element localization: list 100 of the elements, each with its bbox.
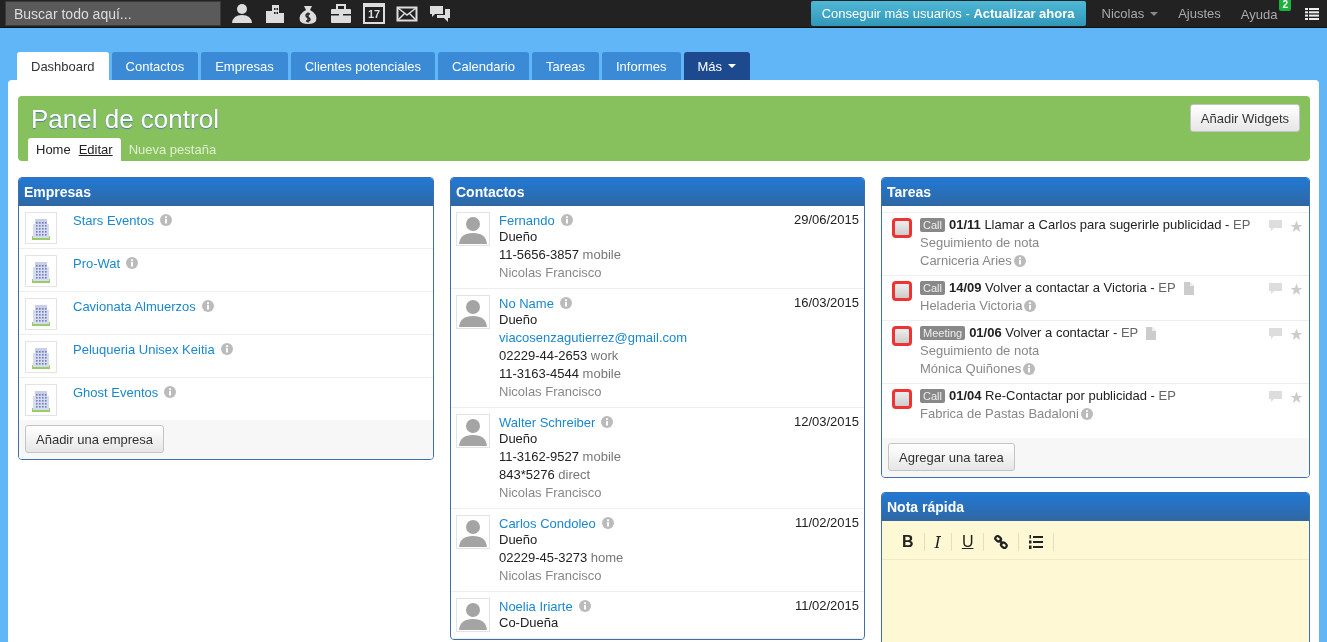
- company-name: Fabrica de Pastas Badaloni: [920, 405, 1079, 423]
- info-icon[interactable]: [578, 600, 591, 612]
- nav-tab[interactable]: Tareas: [531, 52, 599, 80]
- nav-tab[interactable]: Dashboard: [17, 52, 109, 80]
- task-title[interactable]: 14/09 Volver a contactar a Victoria - EP: [948, 279, 1176, 297]
- comment-icon[interactable]: [1269, 328, 1282, 340]
- widget-header: Nota rápida: [882, 493, 1309, 521]
- contact-date: 12/03/2015: [793, 414, 859, 429]
- numbered-list-icon: [1029, 535, 1044, 549]
- info-icon[interactable]: [1024, 300, 1037, 312]
- phone-number: 02229-44-2653 work: [499, 347, 620, 365]
- bold-button[interactable]: B: [892, 533, 925, 551]
- task-type-tag: Call: [920, 281, 945, 295]
- avatar-icon: [456, 212, 490, 246]
- info-icon[interactable]: [126, 257, 139, 269]
- task-title[interactable]: 01/11 Llamar a Carlos para sugerirle publicidad - EP: [948, 216, 1251, 234]
- info-icon[interactable]: [1013, 255, 1026, 267]
- task-note: Seguimiento de nota: [920, 342, 1041, 360]
- list-icon[interactable]: [1305, 7, 1319, 20]
- contact-date: 11/02/2015: [794, 515, 859, 530]
- contact-role: Dueño: [499, 311, 539, 329]
- nav-tab[interactable]: Calendario: [438, 52, 529, 80]
- owner-name: Nicolas Francisco: [499, 264, 603, 282]
- info-icon[interactable]: [601, 517, 614, 529]
- comment-icon[interactable]: [1269, 220, 1282, 232]
- company-link[interactable]: Peluqueria Unisex Keitia: [73, 341, 215, 357]
- owner-name: Nicolas Francisco: [499, 484, 603, 502]
- company-link[interactable]: Ghost Eventos: [73, 384, 159, 400]
- star-icon[interactable]: [1290, 283, 1303, 296]
- task-checkbox[interactable]: [892, 389, 912, 409]
- star-icon[interactable]: [1290, 328, 1303, 341]
- nav-tab[interactable]: Clientes potenciales: [290, 52, 436, 80]
- add-task-button[interactable]: Agregar una tarea: [888, 443, 1015, 471]
- task-title[interactable]: 01/04 Re-Contactar por publicidad - EP: [948, 387, 1176, 405]
- avatar-icon: [456, 295, 490, 329]
- italic-button[interactable]: I: [924, 533, 952, 551]
- info-icon[interactable]: [601, 416, 614, 428]
- company-link[interactable]: Pro-Wat: [73, 255, 121, 271]
- info-icon[interactable]: [559, 297, 572, 309]
- phone-number: 11-5656-3857 mobile: [499, 246, 622, 264]
- contact-link[interactable]: Noelia Iriarte: [499, 598, 573, 614]
- note-editor[interactable]: B I U: [882, 521, 1309, 642]
- nav-tab[interactable]: Empresas: [201, 52, 288, 80]
- star-icon[interactable]: [1290, 391, 1303, 404]
- task-checkbox[interactable]: [892, 218, 912, 238]
- building-icon: [25, 212, 57, 244]
- star-icon[interactable]: [1290, 220, 1303, 233]
- widget-header: Contactos: [451, 178, 864, 206]
- contact-link[interactable]: Fernando: [499, 212, 555, 228]
- phone-number: 11-3162-9527 mobile: [499, 448, 622, 466]
- info-icon[interactable]: [560, 214, 573, 226]
- info-icon[interactable]: [164, 386, 177, 398]
- calendar-icon[interactable]: 17: [363, 3, 385, 24]
- task-type-tag: Call: [920, 389, 945, 403]
- company-link[interactable]: Stars Eventos: [73, 212, 154, 228]
- comment-icon[interactable]: [1269, 391, 1282, 403]
- phone-number: 843*5276 direct: [499, 466, 592, 484]
- buildings-icon[interactable]: [264, 2, 286, 25]
- tab-label[interactable]: Home: [36, 142, 71, 157]
- nav-tab[interactable]: Informes: [601, 52, 681, 80]
- task-note: Seguimiento de nota: [920, 234, 1041, 252]
- contact-role: Co-Dueña: [499, 614, 560, 632]
- contact-role: Dueño: [499, 228, 539, 246]
- nav-tab[interactable]: Más: [683, 52, 751, 80]
- info-icon[interactable]: [1081, 408, 1093, 420]
- owner-name: Nicolas Francisco: [499, 383, 603, 401]
- home-tab[interactable]: Home Editar: [28, 138, 121, 161]
- contact-link[interactable]: Carlos Condoleo: [499, 515, 596, 531]
- notification-badge: 2: [1279, 0, 1291, 11]
- briefcase-icon[interactable]: [330, 2, 352, 25]
- avatar-icon: [456, 515, 490, 549]
- phone-number: 02229-45-3273 home: [499, 549, 625, 567]
- task-checkbox[interactable]: [892, 281, 912, 301]
- owner-name: Nicolas Francisco: [499, 567, 603, 585]
- company-name: Carniceria Aries: [920, 252, 1012, 270]
- nav-tab[interactable]: Contactos: [111, 52, 199, 80]
- email-link[interactable]: viacosenzagutierrez@gmail.com: [499, 330, 688, 345]
- info-icon[interactable]: [201, 300, 214, 312]
- company-link[interactable]: Cavionata Almuerzos: [73, 298, 196, 314]
- add-company-button[interactable]: Añadir una empresa: [25, 425, 165, 453]
- settings-link[interactable]: Ajustes: [1168, 6, 1231, 21]
- info-icon[interactable]: [159, 214, 172, 226]
- contact-role: Dueño: [499, 430, 539, 448]
- contact-link[interactable]: No Name: [499, 295, 554, 311]
- task-type-tag: Call: [920, 218, 945, 232]
- edit-link[interactable]: Editar: [78, 142, 113, 157]
- help-link[interactable]: Ayuda: [1230, 5, 1280, 22]
- search-field[interactable]: Buscar todo aquí...: [5, 1, 221, 26]
- info-icon[interactable]: [1023, 363, 1036, 375]
- person-icon[interactable]: [231, 2, 253, 25]
- contact-link[interactable]: Walter Schreiber: [499, 414, 596, 430]
- user-menu[interactable]: Nicolas: [1091, 6, 1169, 21]
- add-widgets-button[interactable]: Añadir Widgets: [1189, 104, 1300, 132]
- task-checkbox[interactable]: [892, 326, 912, 346]
- info-icon[interactable]: [220, 343, 233, 355]
- task-title[interactable]: 01/06 Volver a contactar - EP: [969, 324, 1139, 342]
- underline-button[interactable]: U: [951, 533, 985, 551]
- building-icon: [25, 341, 57, 373]
- comment-icon[interactable]: [1269, 283, 1282, 295]
- avatar-icon: [456, 414, 490, 448]
